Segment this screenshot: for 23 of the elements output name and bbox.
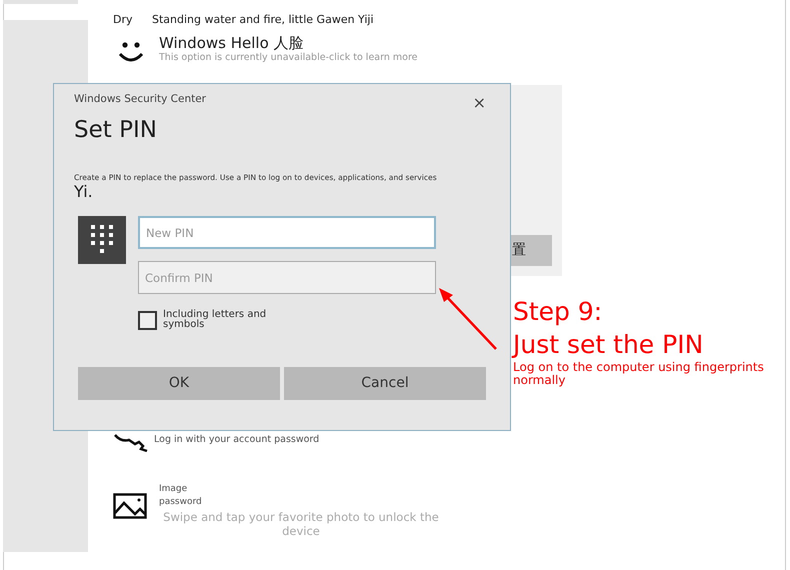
checkbox-label: Including letters and symbols — [163, 310, 268, 330]
cancel-button[interactable]: Cancel — [284, 367, 486, 400]
ok-button[interactable]: OK — [78, 367, 280, 400]
dialog-title: Set PIN — [74, 116, 158, 145]
row-label: Dry — [113, 12, 134, 28]
key-icon — [113, 434, 149, 452]
option-description: Log in with your account password — [154, 433, 320, 448]
step-label: Step 9: — [513, 296, 604, 328]
pin-field[interactable]: New PIN — [138, 216, 436, 250]
dialog-app-title: Windows Security Center — [74, 92, 206, 107]
step-note: Log on to the computer using fingerprints normally — [513, 361, 765, 388]
dialog-description-continued: Yi. — [74, 182, 94, 200]
option-title: Windows Hello 人脸 — [159, 34, 305, 51]
option-description: This option is currently unavailable-click to learn more — [159, 51, 418, 65]
step-heading: Just set the PIN — [513, 328, 704, 360]
row-text: Standing water and fire, little Gawen Yiji — [152, 12, 374, 28]
image-icon — [113, 493, 147, 520]
keypad-icon — [78, 216, 126, 264]
option-description: Swipe and tap your favorite photo to unlock the device — [162, 511, 440, 538]
checkbox[interactable] — [138, 310, 157, 330]
close-button[interactable]: × — [472, 95, 486, 111]
pin-field[interactable]: Confirm PIN — [138, 261, 436, 294]
option-title: Image password — [159, 483, 203, 510]
